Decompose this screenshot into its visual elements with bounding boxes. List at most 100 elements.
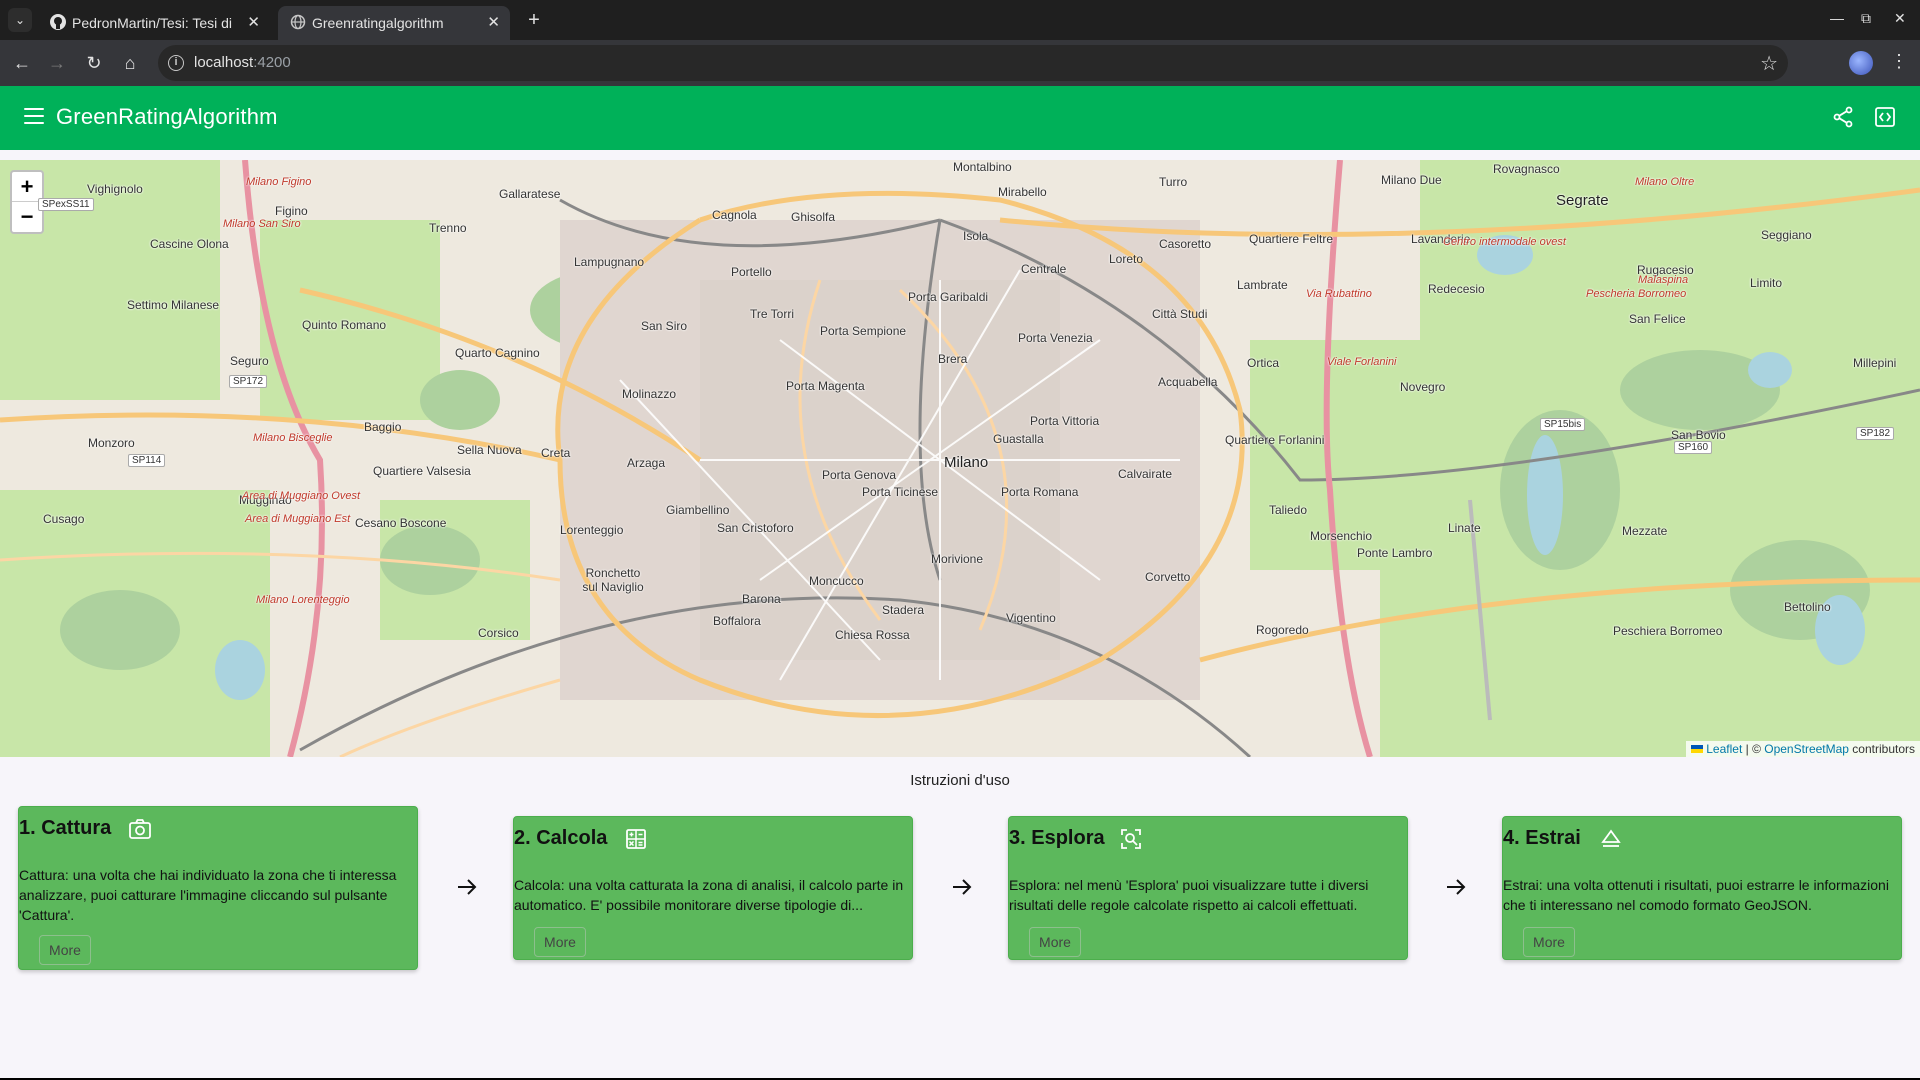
site-info-icon[interactable]: i — [168, 55, 184, 71]
map-label: Porta Venezia — [1018, 331, 1093, 345]
map-label: Cascine Olona — [150, 237, 229, 251]
map-label: Baggio — [364, 420, 402, 434]
more-button[interactable]: More — [1523, 927, 1575, 957]
forward-icon[interactable]: → — [45, 51, 69, 75]
openstreetmap-link[interactable]: OpenStreetMap — [1764, 742, 1849, 756]
road-label: SP182 — [1856, 427, 1895, 440]
map-label: Stadera — [882, 603, 925, 617]
map-label: Corvetto — [1145, 570, 1191, 584]
step-card-estrai: 4. Estrai Estrai: una volta ottenuti i r… — [1502, 816, 1902, 960]
map-label: Portello — [731, 265, 772, 279]
map-label: Loreto — [1109, 252, 1144, 266]
map-label: Quartiere Forlanini — [1225, 433, 1325, 447]
browser-tab-strip: ⌄ PedronMartin/Tesi: Tesi di la ✕ Greenr… — [0, 0, 1920, 40]
arrow-right-icon — [1447, 879, 1466, 895]
map-label: Lampugnano — [574, 255, 645, 269]
zoom-in-button[interactable]: + — [12, 172, 42, 202]
map-label: Moncucco — [809, 574, 864, 588]
hamburger-menu-icon[interactable] — [24, 108, 44, 124]
map-label: Porta Sempione — [820, 324, 907, 338]
map[interactable]: + − Milano Montalbino Mirabello Turro Mi… — [0, 160, 1920, 757]
map-label: Montalbino — [953, 160, 1012, 174]
browser-menu-icon[interactable]: ⋮ — [1890, 51, 1908, 72]
map-label: Porta Ticinese — [862, 485, 939, 499]
window-close-icon[interactable]: ✕ — [1894, 10, 1906, 27]
map-label: Arzaga — [627, 456, 666, 470]
map-label: Ghisolfa — [791, 210, 836, 224]
station-label: Milano Figino — [246, 176, 312, 188]
url-text[interactable]: localhost:4200 — [194, 54, 291, 71]
tab-close-icon[interactable]: ✕ — [247, 12, 260, 34]
more-button[interactable]: More — [534, 927, 586, 957]
map-label: Città Studi — [1152, 307, 1208, 321]
leaflet-link[interactable]: Leaflet — [1706, 742, 1742, 756]
map-label: Vigentino — [1006, 611, 1056, 625]
map-label: Monzoro — [88, 436, 135, 450]
browser-tab-github[interactable]: PedronMartin/Tesi: Tesi di la ✕ — [38, 6, 270, 40]
map-label: Turro — [1159, 175, 1188, 189]
map-label: Ronchetto sul Naviglio — [582, 566, 644, 594]
map-label: Porta Romana — [1001, 485, 1079, 499]
map-label: Vighignolo — [87, 182, 143, 196]
map-label: Centrale — [1021, 262, 1067, 276]
map-label: Cesano Boscone — [355, 516, 447, 530]
road-label: SPexSS11 — [38, 198, 94, 211]
map-label: Rovagnasco — [1493, 162, 1560, 176]
code-icon[interactable] — [1874, 106, 1896, 128]
station-label: Milano Oltre — [1635, 176, 1695, 188]
restore-icon[interactable]: ⧉ — [1861, 10, 1871, 27]
map-label: Guastalla — [993, 432, 1044, 446]
globe-icon — [290, 14, 306, 30]
back-icon[interactable]: ← — [10, 51, 34, 75]
map-label: Taliedo — [1269, 503, 1308, 517]
map-label: Morsenchio — [1310, 529, 1373, 543]
home-icon[interactable]: ⌂ — [118, 51, 142, 75]
map-label: Quinto Romano — [302, 318, 387, 332]
station-label: Centro intermodale ovest — [1443, 236, 1566, 248]
map-label: San Cristoforo — [717, 521, 794, 535]
tab-search-button[interactable]: ⌄ — [8, 8, 32, 32]
step-card-calcola: 2. Calcola Calcola: una volta catturata … — [513, 816, 913, 960]
explore-icon — [1121, 829, 1141, 849]
map-label: Tre Torri — [750, 307, 795, 321]
share-icon[interactable] — [1832, 106, 1854, 128]
map-label: Redecesio — [1428, 282, 1485, 296]
map-label: Seggiano — [1761, 228, 1812, 242]
map-label: Quartiere Feltre — [1249, 232, 1334, 246]
arrow-right-icon — [953, 879, 972, 895]
map-label: Porta Magenta — [786, 379, 865, 393]
map-label: Ponte Lambro — [1357, 546, 1433, 560]
step-title: 2. Calcola — [514, 827, 608, 849]
step-description: Esplora: nel menù 'Esplora' puoi visuali… — [1009, 877, 1369, 913]
station-label: Milano Bisceglie — [253, 432, 333, 444]
camera-icon — [129, 819, 151, 839]
more-button[interactable]: More — [1029, 927, 1081, 957]
map-label: Chiesa Rossa — [835, 628, 910, 642]
app-title: GreenRatingAlgorithm — [56, 104, 278, 129]
tab-close-icon[interactable]: ✕ — [487, 12, 500, 34]
station-label: Pescheria Borromeo — [1586, 288, 1687, 300]
map-label: Millepini — [1853, 356, 1897, 370]
step-description: Estrai: una volta ottenuti i risultati, … — [1503, 877, 1889, 913]
reload-icon[interactable]: ↻ — [82, 51, 106, 75]
bookmark-star-icon[interactable]: ☆ — [1760, 51, 1778, 76]
map-label: Rogoredo — [1256, 623, 1309, 637]
step-card-cattura: 1. Cattura Cattura: una volta che hai in… — [18, 806, 418, 970]
map-label: Ortica — [1247, 356, 1280, 370]
address-bar[interactable]: i localhost:4200 ☆ — [158, 45, 1788, 81]
map-label: Mezzate — [1622, 524, 1668, 538]
road-label: SP114 — [128, 454, 166, 467]
map-label: Lorenteggio — [560, 523, 624, 537]
new-tab-button[interactable]: + — [520, 6, 548, 34]
map-label: San Felice — [1629, 312, 1686, 326]
minimize-icon[interactable]: — — [1830, 10, 1844, 26]
arrow-right-icon — [458, 879, 477, 895]
profile-avatar[interactable] — [1849, 51, 1873, 75]
map-label: Peschiera Borromeo — [1613, 624, 1723, 638]
step-title: 4. Estrai — [1503, 827, 1581, 849]
map-label: Segrate — [1556, 192, 1609, 209]
map-label: Morivione — [931, 552, 984, 566]
step-description: Calcola: una volta catturata la zona di … — [514, 877, 904, 913]
more-button[interactable]: More — [39, 935, 91, 965]
browser-tab-greenratingalgorithm[interactable]: Greenratingalgorithm ✕ — [278, 6, 510, 40]
